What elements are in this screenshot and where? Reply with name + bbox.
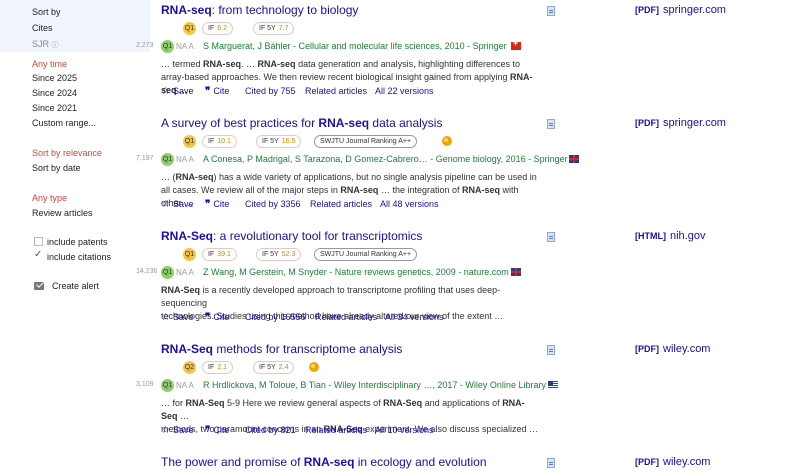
coin-icon (309, 362, 319, 372)
star-icon: ☆ (161, 86, 170, 97)
result-title[interactable]: RNA-Seq: a revolutionary tool for transc… (161, 229, 422, 243)
save-button[interactable]: ☆ Save (161, 199, 193, 210)
cite-button[interactable]: ❞ Cite (205, 312, 229, 323)
sidebar-sort-by[interactable]: Sort by (32, 7, 61, 17)
cite-button[interactable]: ❞ Cite (205, 199, 229, 210)
pdf-link[interactable]: [PDF] wiley.com (635, 456, 710, 468)
impact-factor-badge: IF 2.1 (202, 361, 233, 374)
sidebar-review-articles[interactable]: Review articles (32, 208, 93, 218)
impact-factor-badge: IF 39.1 (202, 248, 237, 261)
document-icon[interactable] (547, 232, 555, 242)
sidebar-since-2025[interactable]: Since 2025 (32, 73, 77, 83)
include-patents-checkbox[interactable] (34, 237, 43, 246)
related-articles-link[interactable]: Related articles (305, 425, 367, 435)
cited-by-link[interactable]: Cited by 821 (245, 425, 296, 435)
sidebar-since-2021[interactable]: Since 2021 (32, 103, 77, 113)
result-title[interactable]: RNA-seq: from technology to biology (161, 3, 358, 17)
impact-factor-badge: IF 6.2 (202, 22, 233, 35)
impact-factor-5y-badge: IF 5Y 16.5 (256, 135, 302, 148)
impact-factor-5y-badge: IF 5Y 7.7 (253, 22, 295, 35)
star-icon: ☆ (161, 199, 170, 210)
envelope-icon (34, 282, 44, 290)
save-button[interactable]: ☆ Save (161, 425, 193, 436)
pdf-link[interactable]: [PDF] springer.com (635, 4, 726, 16)
create-alert-link[interactable]: Create alert (52, 281, 99, 291)
sidebar-since-2024[interactable]: Since 2024 (32, 88, 77, 98)
related-articles-link[interactable]: Related articles (310, 199, 372, 209)
document-icon[interactable] (547, 119, 555, 129)
include-patents-label: include patents (47, 237, 108, 247)
citation-count-number: 2,273 (136, 42, 154, 49)
result-authors[interactable]: A Conesa, P Madrigal, S Tarazona, D Gome… (203, 154, 568, 164)
cited-by-link[interactable]: Cited by 3356 (245, 199, 301, 209)
include-citations-checkbox[interactable] (34, 249, 43, 261)
uk-flag-icon (511, 268, 521, 276)
quote-icon: ❞ (205, 199, 211, 210)
uk-flag-icon (569, 155, 579, 163)
pdf-link[interactable]: [PDF] springer.com (635, 117, 726, 129)
related-articles-link[interactable]: Related articles (315, 312, 377, 322)
star-icon: ☆ (161, 425, 170, 436)
switzerland-flag-icon (511, 38, 521, 50)
result-meta: 7,197 Q1 NA A A Conesa, P Madrigal, S Ta… (0, 153, 800, 166)
result-authors[interactable]: S Marguerat, J Bähler - Cellular and mol… (203, 41, 507, 51)
q1-badge: Q1 (161, 379, 174, 392)
impact-factor-5y-badge: IF 5Y 2.4 (253, 361, 295, 374)
quartile-badge: Q2 (183, 361, 196, 374)
na-badge: NA A (176, 42, 194, 51)
na-badge: NA A (176, 381, 194, 390)
save-button[interactable]: ☆ Save (161, 86, 193, 97)
q1-badge: Q1 (161, 40, 174, 53)
cite-button[interactable]: ❞ Cite (205, 86, 229, 97)
sidebar-any-time[interactable]: Any time (32, 59, 67, 69)
citation-count-number: 7,197 (136, 155, 154, 162)
sidebar-cites[interactable]: Cites (32, 23, 53, 33)
document-icon[interactable] (547, 6, 555, 16)
na-badge: NA A (176, 268, 194, 277)
result-authors[interactable]: Z Wang, M Gerstein, M Snyder - Nature re… (203, 267, 509, 277)
result-meta: 14,236 Q1 NA A Z Wang, M Gerstein, M Sny… (0, 266, 800, 279)
quote-icon: ❞ (205, 312, 211, 323)
filter-sidebar: Sort by Cites SJR ⓘ Any time Since 2025 … (0, 0, 150, 471)
coin-icon (442, 136, 452, 146)
quote-icon: ❞ (205, 425, 211, 436)
cite-button[interactable]: ❞ Cite (205, 425, 229, 436)
q1-badge: Q1 (161, 153, 174, 166)
related-articles-link[interactable]: Related articles (305, 86, 367, 96)
impact-factor-badge: IF 10.1 (202, 135, 237, 148)
document-icon[interactable] (547, 345, 555, 355)
sidebar-custom-range[interactable]: Custom range... (32, 118, 96, 128)
us-flag-icon (548, 381, 558, 389)
journal-ranking-badge: SWJTU Journal Ranking A++ (314, 248, 418, 261)
na-badge: NA A (176, 155, 194, 164)
result-title[interactable]: A survey of best practices for RNA-seq d… (161, 116, 442, 130)
save-button[interactable]: ☆ Save (161, 312, 193, 323)
pdf-link[interactable]: [PDF] wiley.com (635, 343, 710, 355)
cited-by-link[interactable]: Cited by 16556 (245, 312, 306, 322)
result-title[interactable]: The power and promise of RNA-seq in ecol… (161, 455, 487, 469)
quote-icon: ❞ (205, 86, 211, 97)
html-link[interactable]: [HTML] nih.gov (635, 230, 705, 242)
all-versions-link[interactable]: All 22 versions (375, 86, 434, 96)
star-icon: ☆ (161, 312, 170, 323)
result-title[interactable]: RNA-Seq methods for transcriptome analys… (161, 342, 402, 356)
quartile-badge: Q1 (183, 248, 196, 261)
citation-count-number: 14,236 (136, 268, 158, 275)
result-meta: 2,273 Q1 NA A S Marguerat, J Bähler - Ce… (0, 38, 800, 53)
citation-count-number: 3,109 (136, 381, 154, 388)
quartile-badge: Q1 (183, 22, 196, 35)
impact-factor-5y-badge: IF 5Y 52.3 (256, 248, 302, 261)
all-versions-link[interactable]: All 48 versions (380, 199, 439, 209)
all-versions-link[interactable]: All 10 versions (375, 425, 434, 435)
include-citations-label: include citations (47, 252, 112, 262)
q1-badge: Q1 (161, 266, 174, 279)
quartile-badge: Q1 (183, 135, 196, 148)
sidebar-any-type[interactable]: Any type (32, 193, 67, 203)
result-meta: 3,109 Q1 NA A R Hrdlickova, M Toloue, B … (0, 379, 800, 392)
journal-ranking-badge: SWJTU Journal Ranking A++ (314, 135, 418, 148)
all-versions-link[interactable]: All 34 versions (385, 312, 444, 322)
cited-by-link[interactable]: Cited by 755 (245, 86, 296, 96)
document-icon[interactable] (547, 458, 555, 468)
result-authors[interactable]: R Hrdlickova, M Toloue, B Tian - Wiley I… (203, 380, 546, 390)
